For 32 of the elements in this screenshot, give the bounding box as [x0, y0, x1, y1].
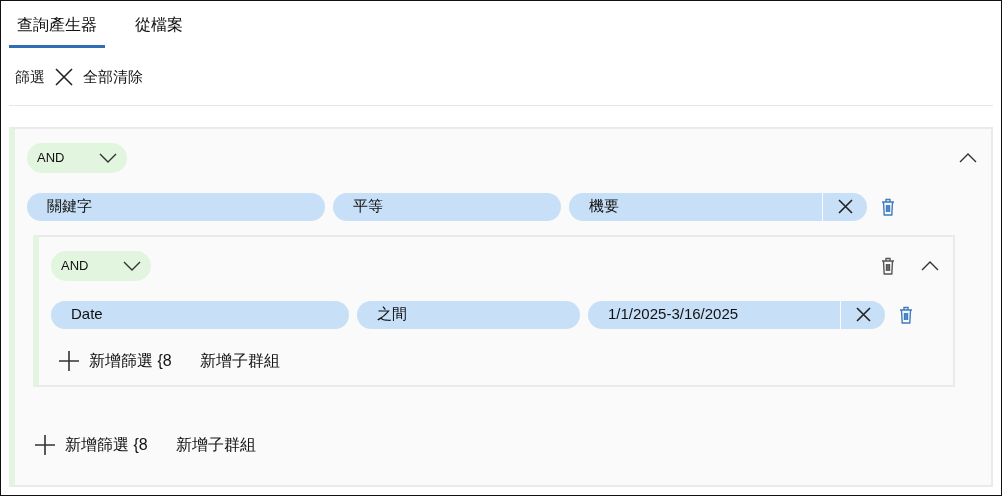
operator-dropdown[interactable]: AND [27, 142, 127, 173]
clear-all-button[interactable]: 全部清除 [55, 66, 143, 89]
chevron-down-icon [99, 152, 117, 163]
close-icon [855, 307, 871, 322]
operator-select[interactable]: 平等 [333, 192, 561, 221]
field-dropdown[interactable]: Date [51, 300, 349, 329]
close-icon [837, 199, 853, 214]
add-filter-button[interactable]: 新增篩選 {8 [35, 432, 148, 457]
plus-icon [35, 434, 55, 455]
trash-icon[interactable] [881, 256, 895, 275]
tab[interactable]: 從檔案 [127, 7, 191, 48]
plus-icon [59, 350, 79, 371]
trash-icon[interactable] [881, 197, 895, 216]
operator-dropdown[interactable]: AND [51, 250, 151, 281]
trash-icon[interactable] [899, 305, 913, 324]
chevron-up-icon [921, 260, 939, 271]
value-field[interactable]: 1/1/2025-3/16/2025 [588, 300, 840, 329]
collapse-button[interactable] [959, 152, 977, 163]
add-subgroup-button[interactable]: 新增子群組 [175, 432, 256, 457]
close-icon [55, 68, 73, 87]
field-dropdown[interactable]: 關鍵字 [27, 192, 325, 221]
operator-select[interactable]: 之間 [357, 300, 580, 329]
value-field[interactable]: 機要 [569, 192, 822, 221]
add-subgroup-button[interactable]: 新增子群組 [199, 348, 280, 373]
clear-value-button[interactable] [841, 300, 885, 329]
add-filter-button[interactable]: 新增篩選 {8 [59, 348, 172, 373]
tab[interactable]: 查詢產生器 [9, 7, 105, 48]
chevron-down-icon [123, 260, 141, 271]
collapse-button[interactable] [921, 260, 939, 271]
filter-label: 篩選 [15, 67, 45, 87]
clear-value-button[interactable] [823, 192, 867, 221]
chevron-up-icon [959, 152, 977, 163]
